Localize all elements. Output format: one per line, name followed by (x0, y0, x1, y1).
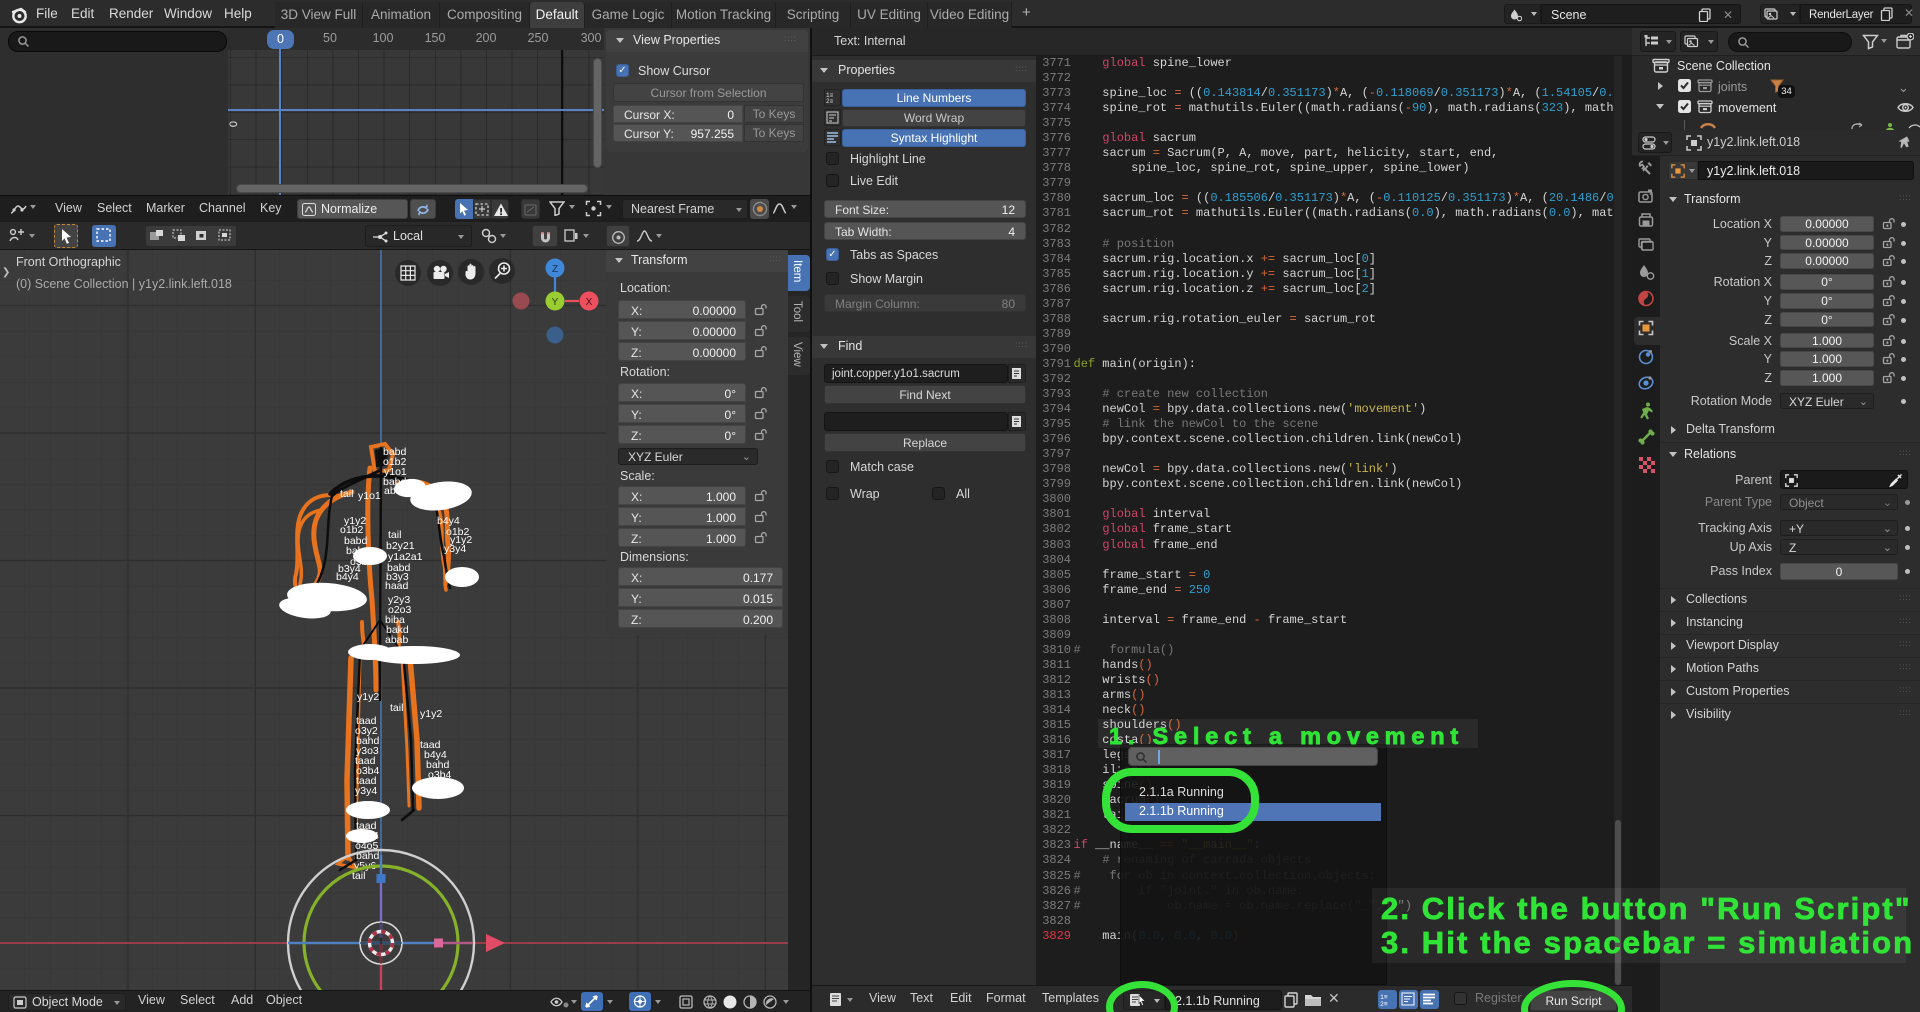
svg-text:abab: abab (384, 485, 408, 497)
svg-text:1≡: 1≡ (1380, 994, 1388, 1001)
svg-text:2≡: 2≡ (826, 98, 834, 105)
svg-text:b4y4: b4y4 (356, 800, 379, 812)
svg-text:b4y4: b4y4 (336, 571, 359, 583)
svg-text:Y: Y (552, 297, 559, 308)
svg-text:y1y2: y1y2 (420, 708, 442, 720)
svg-text:haad: haad (385, 580, 409, 592)
svg-text:tail: tail (340, 488, 353, 500)
svg-text:❯: ❯ (2, 267, 10, 278)
svg-text:y1y2: y1y2 (357, 691, 379, 703)
svg-text:tail: tail (390, 702, 403, 714)
svg-text:X: X (586, 297, 593, 308)
svg-text:Front Orthographic: Front Orthographic (16, 255, 121, 269)
svg-text:(0) Scene Collection | y1y2.li: (0) Scene Collection | y1y2.link.left.01… (16, 277, 232, 291)
svg-text:y3y4: y3y4 (444, 543, 466, 555)
svg-text:y3y4: y3y4 (355, 785, 377, 797)
svg-text:y1o1: y1o1 (358, 490, 381, 502)
svg-text:abab: abab (385, 634, 409, 646)
svg-text:Z: Z (552, 264, 558, 275)
svg-text:2≡: 2≡ (1380, 1001, 1388, 1007)
svg-text:taad: taad (428, 789, 449, 801)
